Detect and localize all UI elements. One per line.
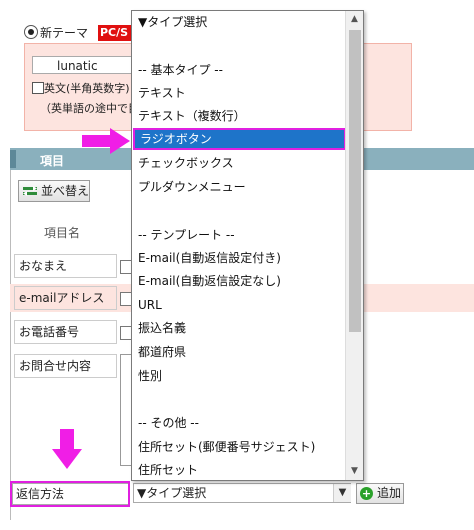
dropdown-option[interactable]: E-mail(自動返信設定付き) [136, 247, 348, 269]
arrow-right-icon [82, 128, 130, 154]
plus-circle-icon: + [360, 487, 373, 500]
dropdown-option[interactable]: 性別 [136, 365, 348, 387]
dropdown-option[interactable]: -- その他 -- [136, 412, 348, 434]
dropdown-option-selected[interactable]: ラジオボタン [133, 128, 346, 150]
sort-button-label: 並べ替え [41, 184, 90, 198]
dropdown-option[interactable]: プルダウンメニュー [136, 176, 348, 198]
halfwidth-note: （英単語の途中で目 [40, 102, 139, 115]
type-select[interactable]: ▼タイプ選択 [133, 483, 351, 503]
sort-icon [23, 186, 37, 196]
items-header-marker [10, 150, 16, 168]
dropdown-option[interactable]: テキスト [136, 82, 348, 104]
sort-button[interactable]: 並べ替え [18, 180, 90, 202]
dropdown-scrollbar[interactable]: ▲ ▼ [345, 11, 363, 480]
item-row-label[interactable]: お問合せ内容 [14, 354, 117, 378]
dropdown-option[interactable]: テキスト（複数行） [136, 105, 348, 127]
arrow-down-icon [52, 429, 82, 469]
dropdown-option[interactable] [136, 33, 348, 55]
dropdown-option[interactable]: 住所セット [136, 459, 348, 480]
font-input[interactable]: lunatic [32, 56, 142, 74]
add-button-label: 追加 [377, 486, 402, 500]
theme-radio[interactable] [24, 25, 38, 39]
dropdown-option[interactable]: 振込名義 [136, 317, 348, 339]
new-field-highlight-box [10, 481, 130, 507]
pcs-badge: PC/S [98, 25, 131, 41]
item-row-label[interactable]: おなまえ [14, 254, 117, 278]
type-dropdown-list[interactable]: ▼タイプ選択 -- 基本タイプ -- テキスト テキスト（複数行） ラジオボタン… [131, 10, 364, 481]
dropdown-option[interactable]: URL [136, 294, 348, 316]
dropdown-option[interactable]: チェックボックス [136, 152, 348, 174]
dropdown-option[interactable]: -- 基本タイプ -- [136, 59, 348, 81]
dropdown-option[interactable]: 都道府県 [136, 341, 348, 363]
dropdown-option[interactable]: -- テンプレート -- [136, 224, 348, 246]
item-row-label[interactable]: e-mailアドレス [14, 286, 117, 310]
chevron-down-icon[interactable]: ▼ [333, 484, 351, 502]
items-header-title: 項目 [40, 154, 65, 168]
column-header-item-name: 項目名 [44, 226, 81, 240]
item-row-label[interactable]: お電話番号 [14, 320, 117, 344]
dropdown-option[interactable] [136, 389, 348, 411]
halfwidth-label: 英文(半角英数字) [44, 82, 130, 95]
theme-radio-label: 新テーマ [40, 26, 89, 40]
add-button[interactable]: + 追加 [356, 483, 404, 504]
halfwidth-checkbox[interactable] [32, 82, 44, 94]
dropdown-option[interactable]: 住所セット(郵便番号サジェスト) [136, 436, 348, 458]
scroll-up-icon[interactable]: ▲ [346, 11, 363, 28]
scroll-down-icon[interactable]: ▼ [346, 463, 363, 480]
dropdown-option[interactable]: E-mail(自動返信設定なし) [136, 270, 348, 292]
scrollbar-thumb[interactable] [349, 30, 361, 332]
dropdown-option[interactable]: ▼タイプ選択 [136, 11, 348, 33]
dropdown-option[interactable] [136, 199, 348, 221]
